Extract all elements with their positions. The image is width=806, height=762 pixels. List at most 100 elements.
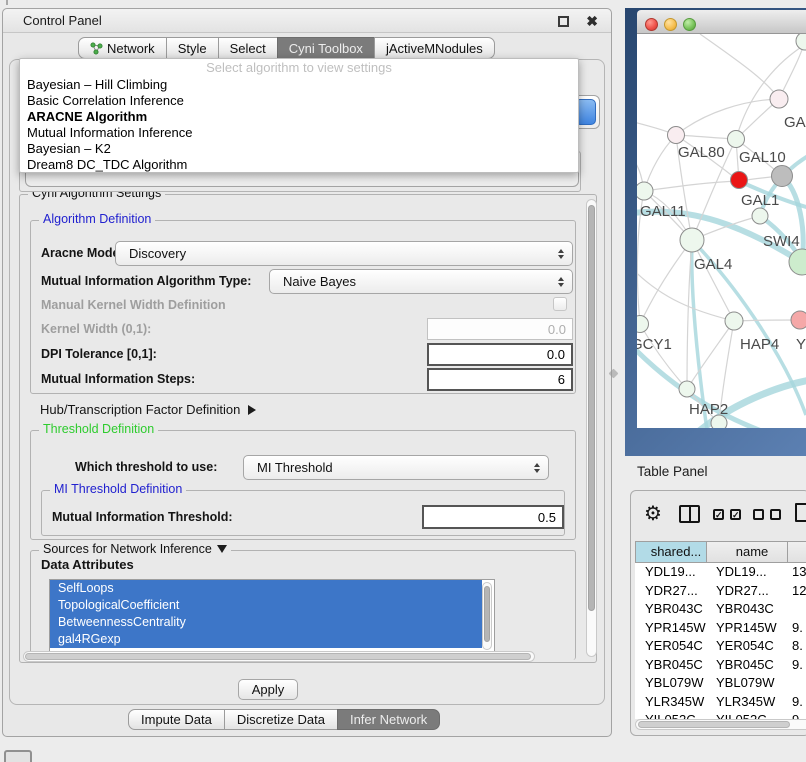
network-node-gal[interactable] xyxy=(770,90,788,108)
bottom-tab-impute-data[interactable]: Impute Data xyxy=(128,709,225,730)
settings-horizontal-scrollbar[interactable] xyxy=(23,651,535,662)
network-node-unlabeled[interactable] xyxy=(772,166,793,187)
tab-select[interactable]: Select xyxy=(218,37,278,59)
deselect-all-checkboxes-icon[interactable] xyxy=(753,509,781,520)
mi-steps-field[interactable]: 6 xyxy=(427,368,573,391)
network-node-gcy1[interactable] xyxy=(637,316,649,333)
table-row[interactable]: YER054CYER054C8. xyxy=(635,637,806,656)
node-label-swi4: SWI4 xyxy=(763,233,800,250)
column-header-shared[interactable]: shared... xyxy=(636,542,707,562)
attribute-list-scrollbar[interactable] xyxy=(482,582,492,650)
bottom-tab-infer-network[interactable]: Infer Network xyxy=(337,709,440,730)
tab-label: Cyni Toolbox xyxy=(289,41,363,56)
dropdown-item-bayesian-hill-climbing[interactable]: Bayesian – Hill Climbing xyxy=(20,77,578,93)
combo-arrows-icon xyxy=(558,249,564,259)
tab-style[interactable]: Style xyxy=(166,37,219,59)
tab-cyni-toolbox[interactable]: Cyni Toolbox xyxy=(277,37,375,59)
table-cell xyxy=(787,674,806,693)
table-cell: YLR345W xyxy=(706,693,787,712)
network-node-unlabeled[interactable] xyxy=(711,415,727,428)
node-label-gal10: GAL10 xyxy=(739,149,786,166)
table-row[interactable]: YBR043CYBR043C xyxy=(635,600,806,619)
network-canvas-container[interactable]: GALGAL80GAL10GAL1GAL11SWI4GAL4GCY1HAP4YH… xyxy=(637,34,806,428)
network-canvas[interactable]: GALGAL80GAL10GAL1GAL11SWI4GAL4GCY1HAP4YH… xyxy=(637,34,806,428)
hub-definition-expander[interactable]: Hub/Transcription Factor Definition xyxy=(40,402,256,417)
dropdown-item-basic-correlation-inference[interactable]: Basic Correlation Inference xyxy=(20,93,578,109)
table-cell: YPR145W xyxy=(706,619,787,638)
settings-vertical-scrollbar[interactable] xyxy=(586,199,597,657)
network-node-gal11[interactable] xyxy=(637,182,653,200)
table-row[interactable]: YLR345WYLR345W9. xyxy=(635,693,806,712)
which-threshold-combobox[interactable]: MI Threshold xyxy=(243,455,549,480)
dropdown-item-dream8-dc-tdc-algorithm[interactable]: Dream8 DC_TDC Algorithm xyxy=(20,157,578,173)
table-cell: YIL052C xyxy=(635,711,706,719)
table-cell: YBR043C xyxy=(635,600,706,619)
network-node-gal1[interactable] xyxy=(731,172,748,189)
sources-group-title[interactable]: Sources for Network Inference xyxy=(39,542,231,556)
aracne-mode-combobox[interactable]: Discovery xyxy=(115,241,573,266)
hub-definition-label: Hub/Transcription Factor Definition xyxy=(40,402,240,417)
mi-algorithm-type-combobox[interactable]: Naive Bayes xyxy=(269,269,573,294)
manual-kernel-checkbox[interactable] xyxy=(553,297,567,311)
mi-threshold-group-title: MI Threshold Definition xyxy=(50,482,186,496)
table-cell: YBR043C xyxy=(706,600,787,619)
float-window-icon[interactable] xyxy=(558,16,569,27)
network-node-unlabeled[interactable] xyxy=(796,34,806,50)
table-cell: 13 xyxy=(787,563,806,582)
close-traffic-light-icon[interactable] xyxy=(645,18,658,31)
select-all-checkboxes-icon[interactable]: ✓✓ xyxy=(713,509,741,520)
table-row[interactable]: YBL079WYBL079W xyxy=(635,674,806,693)
dpi-tolerance-field[interactable]: 0.0 xyxy=(427,343,573,366)
bottom-tab-discretize-data[interactable]: Discretize Data xyxy=(224,709,338,730)
new-table-icon[interactable] xyxy=(795,503,806,522)
tab-jactivemnodules[interactable]: jActiveMNodules xyxy=(374,37,495,59)
dropdown-item-mutual-information-inference[interactable]: Mutual Information Inference xyxy=(20,125,578,141)
network-node-gal4[interactable] xyxy=(680,228,704,252)
network-node-swi4[interactable] xyxy=(752,208,768,224)
table-horizontal-scrollbar[interactable] xyxy=(635,719,806,730)
table-cell: YER054C xyxy=(706,637,787,656)
table-cell: YDL19... xyxy=(635,563,706,582)
kernel-width-field[interactable]: 0.0 xyxy=(427,318,573,340)
attribute-item-betweennesscentrality[interactable]: BetweennessCentrality xyxy=(50,614,482,631)
scrollbar-thumb[interactable] xyxy=(588,205,595,611)
scrollbar-thumb[interactable] xyxy=(25,653,531,660)
control-panel-window: Control Panel ✖ NetworkStyleSelectCyni T… xyxy=(2,8,612,737)
mi-threshold-field[interactable]: 0.5 xyxy=(422,505,564,529)
network-node-hap4[interactable] xyxy=(725,312,743,330)
network-window-titlebar[interactable] xyxy=(637,10,806,34)
attribute-item-topologicalcoefficient[interactable]: TopologicalCoefficient xyxy=(50,597,482,614)
table-row[interactable]: YDL19...YDL19...13 xyxy=(635,563,806,582)
table-row[interactable]: YBR045CYBR045C9. xyxy=(635,656,806,675)
dropdown-item-bayesian-k2[interactable]: Bayesian – K2 xyxy=(20,141,578,157)
column-header-name[interactable]: name xyxy=(707,542,788,562)
zoom-traffic-light-icon[interactable] xyxy=(683,18,696,31)
dropdown-item-aracne-algorithm[interactable]: ARACNE Algorithm xyxy=(20,109,578,125)
tab-network[interactable]: Network xyxy=(78,37,167,59)
node-label-hap4: HAP4 xyxy=(740,336,779,353)
network-node-hap2[interactable] xyxy=(679,381,695,397)
scrollbar-thumb[interactable] xyxy=(638,721,790,728)
mi-threshold-group: MI Threshold Definition Mutual Informati… xyxy=(41,490,565,536)
table-row[interactable]: YDR27...YDR27...12 xyxy=(635,582,806,601)
settings-gear-icon[interactable]: ⚙ xyxy=(644,501,662,527)
dropdown-placeholder: Select algorithm to view settings xyxy=(20,59,578,77)
table-row[interactable]: YPR145WYPR145W9. xyxy=(635,619,806,638)
network-node-gal80[interactable] xyxy=(668,127,685,144)
table-row[interactable]: YIL052CYIL052C9 xyxy=(635,711,806,719)
scrollbar-thumb[interactable] xyxy=(484,586,490,642)
table-cell: YLR345W xyxy=(635,693,706,712)
mi-steps-value: 6 xyxy=(558,372,565,387)
network-node-y[interactable] xyxy=(791,311,806,329)
attribute-item-selfloops[interactable]: SelfLoops xyxy=(50,580,482,597)
split-columns-icon[interactable] xyxy=(679,505,700,523)
minimize-traffic-light-icon[interactable] xyxy=(664,18,677,31)
network-view-window[interactable]: GALGAL80GAL10GAL1GAL11SWI4GAL4GCY1HAP4YH… xyxy=(625,8,806,456)
attribute-item-gal4rgexp[interactable]: gal4RGexp xyxy=(50,631,482,648)
column-header-unlabeled[interactable] xyxy=(788,542,806,562)
close-icon[interactable]: ✖ xyxy=(586,12,598,30)
algorithm-definition-title: Algorithm Definition xyxy=(39,212,155,226)
bottom-left-button-fragment[interactable] xyxy=(4,750,32,762)
network-node-gal10[interactable] xyxy=(728,131,745,148)
apply-button[interactable]: Apply xyxy=(238,679,298,700)
